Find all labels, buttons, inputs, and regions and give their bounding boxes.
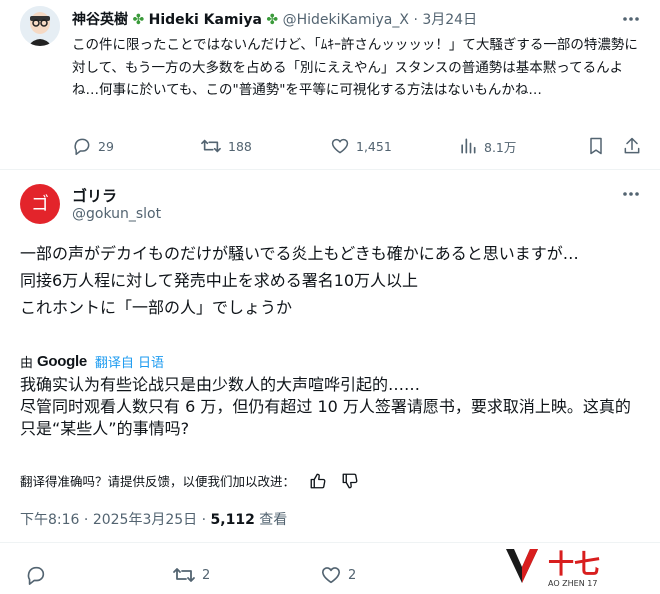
author-name[interactable]: ゴリラ bbox=[72, 185, 117, 206]
like-count: 2 bbox=[348, 567, 357, 583]
views-button[interactable]: 8.1万 bbox=[458, 136, 516, 156]
more-options-icon[interactable] bbox=[620, 183, 642, 205]
author-avatar[interactable]: ゴ bbox=[20, 184, 60, 224]
separator-dot: · bbox=[83, 512, 89, 528]
repost-button[interactable]: 2 bbox=[172, 564, 210, 586]
bar-chart-icon bbox=[458, 136, 478, 156]
share-icon bbox=[622, 136, 642, 156]
bookmark-button[interactable] bbox=[586, 136, 606, 156]
quoted-author-name-en[interactable]: Hideki Kamiya bbox=[149, 12, 262, 28]
translation-feedback: 翻译得准确吗？请提供反馈，以便我们加以改进： bbox=[20, 471, 359, 490]
quoted-author-avatar[interactable] bbox=[20, 6, 60, 46]
feedback-prompt: 翻译得准确吗？请提供反馈，以便我们加以改进： bbox=[20, 474, 296, 489]
repost-count: 188 bbox=[228, 138, 252, 154]
divider bbox=[0, 542, 660, 543]
clover-icon: ✤ bbox=[132, 12, 145, 28]
google-logo: Google bbox=[37, 353, 87, 370]
bookmark-icon bbox=[586, 136, 606, 156]
repost-icon bbox=[172, 564, 196, 586]
clover-icon: ✤ bbox=[266, 12, 279, 28]
reply-icon bbox=[25, 564, 47, 586]
translated-text: 我确实认为有些论战只是由少数人的大声喧哗引起的…… 尽管同时观看人数只有 6 万… bbox=[20, 374, 640, 440]
quoted-author-handle[interactable]: @HidekiKamiya_X bbox=[283, 12, 409, 28]
tweet-line: これホントに「一部の人」でしょうか bbox=[20, 298, 293, 317]
reply-button[interactable]: 29 bbox=[72, 136, 114, 156]
repost-count: 2 bbox=[202, 567, 211, 583]
translated-by-label: 由 bbox=[20, 356, 34, 371]
like-button[interactable]: 1,451 bbox=[330, 136, 392, 156]
author-handle[interactable]: @gokun_slot bbox=[72, 206, 161, 222]
heart-icon bbox=[320, 564, 342, 586]
svg-text:十七: 十七 bbox=[548, 550, 600, 580]
quoted-text: この件に限ったことではないんだけど、「ﾑｷｰ許さんッッッッ！」て大騒ぎする一部の… bbox=[72, 37, 638, 98]
like-button[interactable]: 2 bbox=[320, 564, 356, 586]
quoted-author-name[interactable]: 神谷英樹 bbox=[72, 12, 128, 28]
reply-count: 29 bbox=[98, 138, 114, 154]
svg-text:AO ZHEN 17: AO ZHEN 17 bbox=[548, 579, 597, 588]
tweet-metadata: 下午8:16 · 2025年3月25日 · 5,112 查看 bbox=[20, 509, 287, 529]
divider bbox=[0, 169, 660, 170]
view-count: 8.1万 bbox=[484, 139, 517, 155]
heart-icon bbox=[330, 136, 350, 156]
quoted-date[interactable]: 3月24日 bbox=[422, 12, 477, 28]
translated-from-link[interactable]: 翻译自 日语 bbox=[95, 352, 164, 371]
view-count: 5,112 bbox=[210, 512, 255, 528]
translated-line: 我确实认为有些论战只是由少数人的大声喧哗引起的…… bbox=[20, 375, 421, 394]
tweet-text: 一部の声がデカイものだけが騒いでる炎上もどきも確かにあると思いますが… 同接6万… bbox=[20, 240, 645, 321]
tweet-time[interactable]: 下午8:16 bbox=[20, 512, 79, 528]
avatar-initial: ゴ bbox=[31, 194, 49, 215]
watermark-logo: 十七 AO ZHEN 17 bbox=[500, 545, 620, 589]
share-button[interactable] bbox=[622, 136, 642, 156]
separator-dot: · bbox=[413, 12, 418, 28]
reply-icon bbox=[72, 136, 92, 156]
translation-attribution: 由 Google 翻译自 日语 bbox=[20, 352, 164, 371]
quoted-header: 神谷英樹 ✤ Hideki Kamiya ✤ @HidekiKamiya_X ·… bbox=[72, 9, 477, 29]
thumbs-down-icon[interactable] bbox=[341, 472, 359, 490]
reply-button[interactable] bbox=[25, 564, 47, 586]
repost-button[interactable]: 188 bbox=[200, 136, 252, 156]
tweet-line: 一部の声がデカイものだけが騒いでる炎上もどきも確かにあると思いますが… bbox=[20, 244, 579, 263]
repost-icon bbox=[200, 136, 222, 156]
tweet-line: 同接6万人程に対して発売中止を求める署名10万人以上 bbox=[20, 271, 419, 290]
like-count: 1,451 bbox=[356, 138, 392, 154]
translated-line: 尽管同时观看人数只有 6 万，但仍有超过 10 万人签署请愿书，要求取消上映。这… bbox=[20, 397, 631, 438]
views-label: 查看 bbox=[259, 512, 288, 528]
thumbs-up-icon[interactable] bbox=[309, 472, 327, 490]
more-options-icon[interactable] bbox=[620, 8, 642, 30]
tweet-date[interactable]: 2025年3月25日 bbox=[93, 512, 197, 528]
separator-dot: · bbox=[201, 512, 207, 528]
